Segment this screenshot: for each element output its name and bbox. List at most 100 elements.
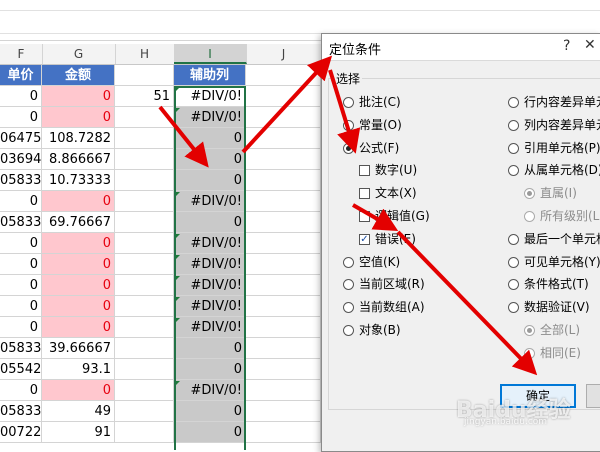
left-option[interactable]: 常量(O)	[343, 116, 402, 134]
helper-cell[interactable]: #DIV/0!	[174, 317, 246, 338]
amount-cell[interactable]: 0	[42, 275, 115, 296]
radio-icon[interactable]	[508, 302, 519, 314]
radio-icon[interactable]	[343, 119, 354, 131]
column-header-i[interactable]: I	[174, 44, 247, 64]
right-option[interactable]: 相同(E)	[524, 344, 581, 362]
amount-cell[interactable]: 91	[42, 422, 115, 443]
cell-j[interactable]	[246, 107, 321, 128]
price-cell[interactable]: 0	[0, 275, 42, 296]
cell-h[interactable]	[115, 296, 174, 317]
cell-h-value[interactable]: 51	[115, 86, 174, 107]
amount-cell[interactable]: 0	[42, 296, 115, 317]
header-helper-column[interactable]: 辅助列	[174, 65, 246, 86]
price-cell[interactable]: 0	[0, 86, 42, 107]
helper-cell[interactable]: 0	[174, 128, 246, 149]
cell-h[interactable]	[115, 107, 174, 128]
price-cell[interactable]: 0	[0, 380, 42, 401]
right-option[interactable]: 条件格式(T)	[508, 275, 589, 293]
helper-cell[interactable]: 0	[174, 422, 246, 443]
header-amount[interactable]: 金额	[42, 65, 115, 86]
amount-cell[interactable]: 0	[42, 233, 115, 254]
cell-h-header[interactable]	[115, 65, 174, 86]
radio-icon[interactable]	[524, 188, 535, 200]
radio-icon[interactable]	[343, 279, 354, 291]
cell-j[interactable]	[246, 191, 321, 212]
amount-cell[interactable]: 49	[42, 401, 115, 422]
price-cell[interactable]: 03694	[0, 149, 42, 170]
help-icon[interactable]: ?	[563, 38, 570, 54]
cell-j[interactable]	[246, 422, 321, 443]
price-cell[interactable]: 05833	[0, 401, 42, 422]
left-option[interactable]: 当前数组(A)	[343, 298, 425, 316]
price-cell[interactable]: 0	[0, 254, 42, 275]
radio-icon[interactable]	[524, 347, 535, 359]
checkbox-icon[interactable]: ✓	[359, 233, 370, 245]
left-option[interactable]: 空值(K)	[343, 253, 400, 271]
column-header-j[interactable]: J	[246, 44, 322, 64]
right-option[interactable]: 行内容差异单元	[508, 93, 600, 111]
cell-j[interactable]	[246, 275, 321, 296]
amount-cell[interactable]: 0	[42, 380, 115, 401]
left-option[interactable]: 对象(B)	[343, 321, 401, 339]
formula-input[interactable]	[0, 10, 600, 34]
price-cell[interactable]: 0	[0, 317, 42, 338]
cell-j[interactable]	[246, 149, 321, 170]
helper-cell[interactable]: #DIV/0!	[174, 254, 246, 275]
cell-h[interactable]	[115, 338, 174, 359]
left-option[interactable]: 批注(C)	[343, 93, 401, 111]
cell-h[interactable]	[115, 254, 174, 275]
amount-cell[interactable]: 39.66667	[42, 338, 115, 359]
amount-cell[interactable]: 0	[42, 317, 115, 338]
radio-icon[interactable]	[508, 97, 519, 108]
left-option[interactable]: 当前区域(R)	[343, 275, 425, 293]
helper-cell[interactable]: 0	[174, 212, 246, 233]
radio-icon[interactable]	[508, 279, 519, 291]
cell-j-header[interactable]	[246, 65, 321, 86]
cell-j[interactable]	[246, 170, 321, 191]
left-option[interactable]: 逻辑值(G)	[359, 207, 430, 225]
cell-h[interactable]	[115, 380, 174, 401]
helper-cell[interactable]: 0	[174, 170, 246, 191]
cell-j[interactable]	[246, 212, 321, 233]
helper-cell[interactable]: #DIV/0!	[174, 107, 246, 128]
helper-cell[interactable]: 0	[174, 149, 246, 170]
price-cell[interactable]: 00722	[0, 422, 42, 443]
dialog-titlebar[interactable]: 定位条件 ? ✕	[322, 34, 600, 61]
cell-j[interactable]	[246, 233, 321, 254]
helper-cell[interactable]: #DIV/0!	[174, 86, 246, 107]
cell-j[interactable]	[246, 401, 321, 422]
helper-cell[interactable]: #DIV/0!	[174, 275, 246, 296]
cell-h[interactable]	[115, 170, 174, 191]
radio-icon[interactable]	[343, 302, 354, 314]
amount-cell[interactable]: 0	[42, 254, 115, 275]
helper-cell[interactable]: #DIV/0!	[174, 233, 246, 254]
column-header-f[interactable]: F	[0, 44, 43, 64]
right-option[interactable]: 所有级别(L)	[524, 207, 600, 225]
radio-icon[interactable]	[508, 233, 519, 245]
helper-cell[interactable]: #DIV/0!	[174, 296, 246, 317]
column-header-g[interactable]: G	[42, 44, 116, 64]
cell-h[interactable]	[115, 422, 174, 443]
price-cell[interactable]: 0	[0, 296, 42, 317]
left-option[interactable]: 数字(U)	[359, 161, 417, 179]
checkbox-icon[interactable]	[359, 188, 370, 200]
price-cell[interactable]: 0	[0, 233, 42, 254]
price-cell[interactable]: 0	[0, 191, 42, 212]
right-option[interactable]: 从属单元格(D)	[508, 161, 600, 179]
amount-cell[interactable]: 93.1	[42, 359, 115, 380]
radio-icon[interactable]	[508, 256, 519, 268]
cancel-button[interactable]	[586, 384, 600, 408]
radio-icon[interactable]	[343, 325, 354, 336]
amount-cell[interactable]: 0	[42, 191, 115, 212]
radio-icon[interactable]	[343, 142, 354, 154]
cell-h[interactable]	[115, 149, 174, 170]
amount-cell[interactable]: 0	[42, 86, 115, 107]
price-cell[interactable]: 05833	[0, 212, 42, 233]
price-cell[interactable]: 05833	[0, 338, 42, 359]
price-cell[interactable]: 06475	[0, 128, 42, 149]
checkbox-icon[interactable]	[359, 211, 370, 222]
cell-h[interactable]	[115, 191, 174, 212]
price-cell[interactable]: 05833	[0, 170, 42, 191]
cell-h[interactable]	[115, 233, 174, 254]
right-option[interactable]: 直属(I)	[524, 184, 577, 202]
